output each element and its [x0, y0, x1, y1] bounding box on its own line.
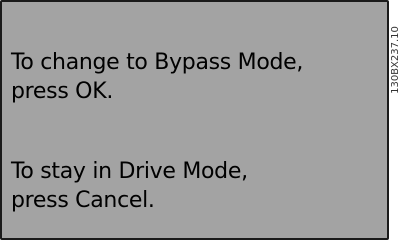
figure-reference-code: 130BX237.10	[391, 0, 401, 244]
drive-mode-prompt: To stay in Drive Mode, press Cancel.	[11, 157, 248, 215]
drive-prompt-line-2: press Cancel.	[11, 188, 155, 213]
bypass-prompt-line-1: To change to Bypass Mode,	[11, 50, 304, 75]
lcd-display: To change to Bypass Mode, press OK. To s…	[0, 0, 389, 240]
bypass-prompt-line-2: press OK.	[11, 79, 114, 104]
figure-reference-label: 130BX237.10	[391, 26, 401, 94]
drive-prompt-line-1: To stay in Drive Mode,	[11, 159, 248, 184]
bypass-mode-prompt: To change to Bypass Mode, press OK.	[11, 48, 303, 106]
